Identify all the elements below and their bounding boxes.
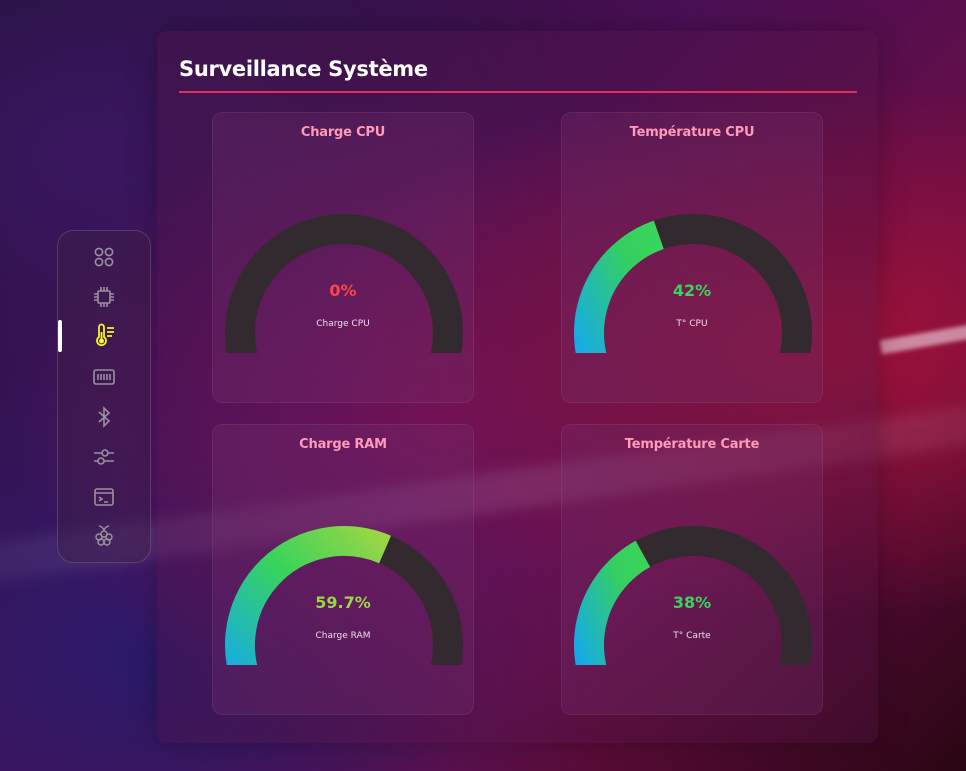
gauge-label: Charge RAM [315, 631, 371, 641]
sidebar [57, 230, 151, 563]
cpu-chip-icon[interactable] [91, 284, 117, 310]
gauge-value: 38% [672, 593, 712, 612]
gauge-value: 0% [329, 281, 357, 300]
ram-load-card: Charge RAM 59.7% Charge RAM [212, 424, 474, 715]
gauge-value: 42% [672, 281, 712, 300]
thermometer-icon[interactable] [91, 323, 117, 349]
dashboard-icon[interactable] [91, 244, 117, 270]
sidebar-active-indicator [58, 320, 62, 352]
card-title: Température CPU [629, 125, 755, 140]
board-temperature-card: Température Carte 38% T° Carte [561, 424, 823, 715]
gauge-label: T° Carte [673, 631, 711, 641]
bluetooth-icon[interactable] [91, 404, 117, 430]
gauge-label: T° CPU [676, 319, 708, 329]
cpu-load-card: Charge CPU 0% Charge CPU [212, 112, 474, 403]
card-title: Charge CPU [300, 125, 386, 140]
memory-card-icon[interactable] [91, 364, 117, 390]
background-light-streak [879, 319, 966, 355]
sliders-icon[interactable] [91, 444, 117, 470]
title-divider [179, 91, 857, 93]
gauge-label: Charge CPU [316, 319, 370, 329]
page-title: Surveillance Système [179, 57, 428, 81]
card-title: Charge RAM [299, 437, 387, 452]
raspberry-pi-icon[interactable] [91, 523, 117, 549]
card-title: Température Carte [624, 437, 760, 452]
cpu-temperature-card: Température CPU 42% T° CPU [561, 112, 823, 403]
gauge-value: 59.7% [315, 593, 371, 612]
terminal-icon[interactable] [91, 484, 117, 510]
